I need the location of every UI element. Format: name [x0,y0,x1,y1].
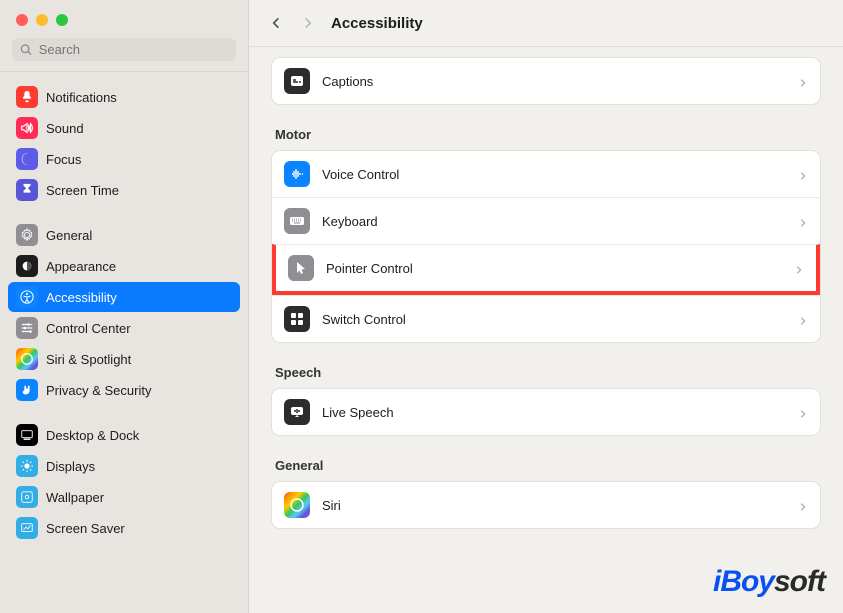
header: Accessibility [249,0,843,47]
row-voice-control[interactable]: Voice Control [272,151,820,197]
sliders-icon [16,317,38,339]
sidebar-item-wallpaper[interactable]: Wallpaper [8,482,240,512]
sidebar-item-displays[interactable]: Displays [8,451,240,481]
page-title: Accessibility [331,15,423,32]
window-controls [0,0,248,38]
siri-icon [16,348,38,370]
switchcontrol-icon [284,306,310,332]
section-title-motor: Motor [271,105,821,150]
search-container [0,38,248,72]
sidebar-item-label: Screen Saver [46,521,125,536]
sidebar-item-label: Desktop & Dock [46,428,139,443]
hand-icon [16,379,38,401]
sidebar-item-label: Screen Time [46,183,119,198]
sidebar-item-screen-saver[interactable]: Screen Saver [8,513,240,543]
sidebar-item-accessibility[interactable]: Accessibility [8,282,240,312]
livespeech-icon [284,399,310,425]
sidebar-item-label: Notifications [46,90,117,105]
sidebar-item-privacy-security[interactable]: Privacy & Security [8,375,240,405]
row-captions[interactable]: Captions [272,58,820,104]
chevron-right-icon [798,169,808,179]
settings-group: Captions [271,57,821,105]
row-switch-control[interactable]: Switch Control [272,295,820,342]
sidebar-item-label: Siri & Spotlight [46,352,131,367]
settings-group: Voice Control Keyboard Pointer Control Swit… [271,150,821,343]
sidebar-item-label: Focus [46,152,81,167]
row-label: Pointer Control [326,261,782,276]
row-siri[interactable]: Siri [272,482,820,528]
sidebar-item-desktop-dock[interactable]: Desktop & Dock [8,420,240,450]
hourglass-icon [16,179,38,201]
row-pointer-control[interactable]: Pointer Control [272,244,820,295]
section-title-general: General [271,436,821,481]
chevron-right-icon [798,314,808,324]
row-label: Captions [322,74,786,89]
content-scroll: Captions Motor Voice Control Keyboard Pointe… [249,47,843,613]
row-label: Switch Control [322,312,786,327]
forward-button[interactable] [299,14,317,32]
row-label: Live Speech [322,405,786,420]
row-live-speech[interactable]: Live Speech [272,389,820,435]
section-title-speech: Speech [271,343,821,388]
sidebar-item-label: Appearance [46,259,116,274]
pointer-icon [288,255,314,281]
chevron-right-icon [798,407,808,417]
search-field[interactable] [12,38,236,61]
chevron-right-icon [798,216,808,226]
display-icon [16,455,38,477]
row-keyboard[interactable]: Keyboard [272,197,820,244]
screensaver-icon [16,517,38,539]
wallpaper-icon [16,486,38,508]
accessibility-icon [16,286,38,308]
sidebar-item-focus[interactable]: Focus [8,144,240,174]
sidebar-item-screen-time[interactable]: Screen Time [8,175,240,205]
sidebar-item-general[interactable]: General [8,220,240,250]
moon-icon [16,148,38,170]
bell-icon [16,86,38,108]
row-label: Voice Control [322,167,786,182]
search-icon [20,43,33,57]
sidebar-item-appearance[interactable]: Appearance [8,251,240,281]
sidebar-item-sound[interactable]: Sound [8,113,240,143]
sidebar-item-label: Accessibility [46,290,117,305]
sidebar-item-label: Control Center [46,321,131,336]
chevron-right-icon [794,263,804,273]
chevron-right-icon [798,76,808,86]
captions-icon [284,68,310,94]
sidebar-item-siri-spotlight[interactable]: Siri & Spotlight [8,344,240,374]
gear-icon [16,224,38,246]
dock-icon [16,424,38,446]
sidebar-item-label: General [46,228,92,243]
settings-group: Siri [271,481,821,529]
main-content: Accessibility CaptionsMotorVoice Control… [249,0,843,613]
sidebar-item-label: Displays [46,459,95,474]
appearance-icon [16,255,38,277]
settings-group: Live Speech [271,388,821,436]
sidebar-item-label: Privacy & Security [46,383,151,398]
keyboard-icon [284,208,310,234]
close-window-button[interactable] [16,14,28,26]
zoom-window-button[interactable] [56,14,68,26]
minimize-window-button[interactable] [36,14,48,26]
voicecontrol-icon [284,161,310,187]
search-input[interactable] [39,42,228,57]
row-label: Siri [322,498,786,513]
sidebar-item-label: Wallpaper [46,490,104,505]
sidebar-item-control-center[interactable]: Control Center [8,313,240,343]
sidebar-item-label: Sound [46,121,84,136]
speaker-icon [16,117,38,139]
back-button[interactable] [267,14,285,32]
sidebar-nav: Notifications Sound Focus Screen Time Genera… [0,72,248,554]
sidebar: Notifications Sound Focus Screen Time Genera… [0,0,249,613]
row-label: Keyboard [322,214,786,229]
siri-icon [284,492,310,518]
sidebar-item-notifications[interactable]: Notifications [8,82,240,112]
chevron-right-icon [798,500,808,510]
